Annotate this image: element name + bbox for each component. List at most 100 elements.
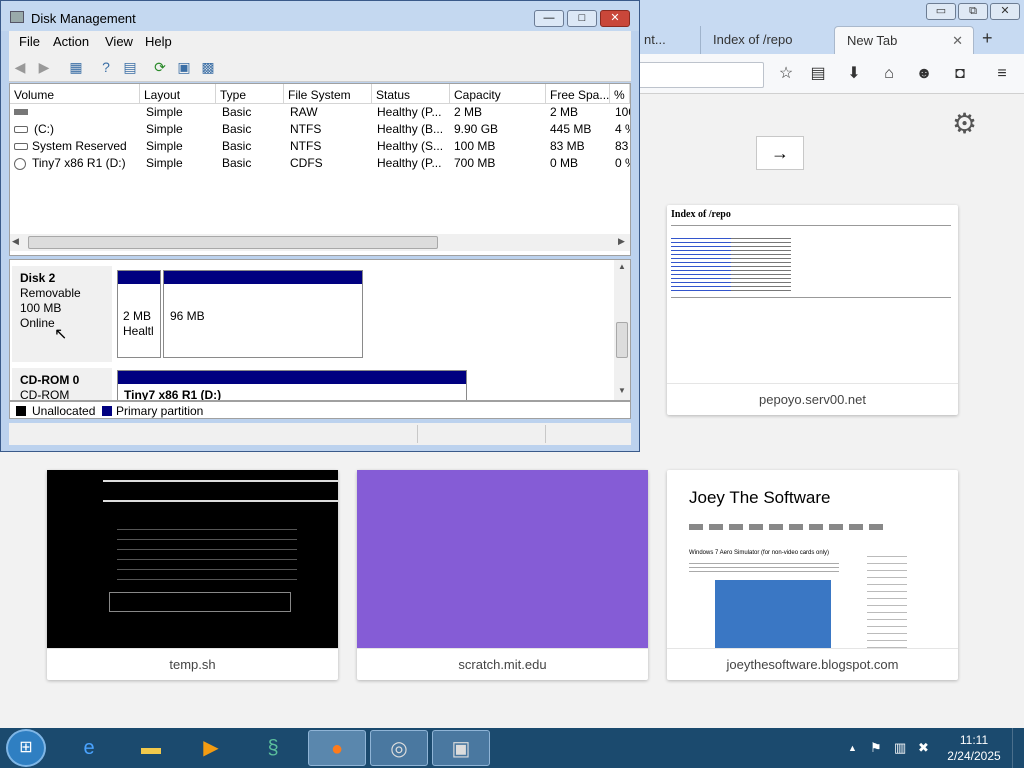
table-row[interactable]: (C:) Simple Basic NTFS Healthy (B... 9.9… <box>10 122 630 139</box>
gear-icon[interactable]: ⚙ <box>952 107 977 140</box>
tile-pepoyo[interactable]: Index of /repo pepoyo.serv00.net <box>667 205 958 415</box>
properties-icon[interactable]: ▤ <box>121 58 139 76</box>
column-header-type[interactable]: Type <box>216 84 284 104</box>
settings-icon[interactable]: ▩ <box>199 58 217 76</box>
home-icon[interactable]: ⌂ <box>877 63 901 85</box>
cell-layout: Simple <box>146 156 183 170</box>
thumb-download-box <box>109 592 291 612</box>
tab-close-icon[interactable]: ✕ <box>952 33 963 49</box>
forward-arrow-icon[interactable]: ▶ <box>35 58 53 76</box>
scroll-left-arrow-icon[interactable]: ◀ <box>12 236 19 247</box>
media-player-icon[interactable]: ▶ <box>182 730 240 766</box>
rescan-icon[interactable]: ▣ <box>175 58 193 76</box>
cell-percent-free: 83 <box>615 139 629 153</box>
close-button[interactable]: ✕ <box>600 10 630 27</box>
column-header-status[interactable]: Status <box>372 84 450 104</box>
refresh-icon[interactable]: ⟳ <box>151 58 169 76</box>
tab-new-tab[interactable]: New Tab ✕ <box>834 26 974 54</box>
volume-muted-icon[interactable]: ✖ <box>918 740 929 756</box>
column-header-volume[interactable]: Volume <box>10 84 140 104</box>
legend-swatch-unallocated <box>16 406 26 416</box>
show-hidden-icons-icon[interactable]: ▲ <box>848 743 857 753</box>
show-desktop-button[interactable] <box>1012 728 1024 768</box>
pocket-icon[interactable]: ◘ <box>948 63 972 85</box>
scroll-down-arrow-icon[interactable]: ▼ <box>618 386 626 395</box>
thumb-post-title: Windows 7 Aero Simulator (for non-video … <box>689 550 830 556</box>
file-explorer-icon[interactable]: ▬ <box>122 730 180 766</box>
tab-index-of-repo[interactable]: Index of /repo <box>700 26 830 54</box>
scroll-right-arrow-icon[interactable]: ▶ <box>618 236 625 247</box>
tile-joeythesoftware[interactable]: Joey The Software Windows 7 Aero Simulat… <box>667 470 958 680</box>
divider <box>417 425 418 443</box>
search-go-button[interactable]: → <box>756 136 804 170</box>
reading-list-icon[interactable]: ▤ <box>806 63 830 85</box>
cell-volume: (C:) <box>34 122 54 136</box>
cdrom-0-label[interactable]: CD-ROM 0 CD-ROM <box>12 368 112 400</box>
flag-icon[interactable]: ⚑ <box>870 740 882 756</box>
taskbar: ⊞ e ▬ ▶ § ● ◎ ▣ ▲ ⚑ ▥ ✖ 11:11 2/24/2025 <box>0 728 1024 768</box>
table-row[interactable]: Tiny7 x86 R1 (D:) Simple Basic CDFS Heal… <box>10 156 630 173</box>
tab-partial[interactable]: nt... <box>632 26 698 54</box>
firefox-icon[interactable]: ● <box>308 730 366 766</box>
column-header-layout[interactable]: Layout <box>140 84 216 104</box>
column-header-percent-free[interactable]: % F <box>610 84 630 104</box>
firefox-close-button[interactable]: ✕ <box>990 3 1020 20</box>
bookmark-star-icon[interactable]: ☆ <box>774 63 798 85</box>
title-bar[interactable]: Disk Management — □ ✕ <box>1 1 639 31</box>
thumb-title: Index of /repo <box>671 209 731 220</box>
chat-icon[interactable]: ☻ <box>912 63 936 85</box>
help-icon[interactable]: ? <box>97 58 115 76</box>
firefox-restore-button[interactable]: ⧉ <box>958 3 988 20</box>
download-icon[interactable]: ⬇ <box>842 63 866 85</box>
vertical-scrollbar[interactable]: ▲ ▼ <box>614 260 630 400</box>
thumb-screenshot <box>715 580 831 648</box>
network-icon[interactable]: ▥ <box>894 740 906 756</box>
minimize-button[interactable]: — <box>534 10 564 27</box>
tile-temp-sh[interactable]: temp.sh <box>47 470 338 680</box>
partition-disk2-2[interactable]: 96 MB <box>163 270 363 358</box>
tile-thumbnail: Index of /repo <box>667 205 958 383</box>
scrollbar-thumb[interactable] <box>616 322 628 358</box>
disk-size: 100 MB <box>20 301 62 315</box>
tile-scratch[interactable]: scratch.mit.edu <box>357 470 648 680</box>
disk-2-label[interactable]: Disk 2 Removable 100 MB Online <box>12 266 112 362</box>
cell-file-system: NTFS <box>290 122 322 136</box>
cell-file-system: NTFS <box>290 139 322 153</box>
disc-burner-icon[interactable]: ◎ <box>370 730 428 766</box>
column-header-capacity[interactable]: Capacity <box>450 84 546 104</box>
menu-action[interactable]: Action <box>53 34 89 49</box>
cell-percent-free: 4 % <box>615 122 630 136</box>
thumb-links <box>671 235 731 293</box>
scrollbar-thumb[interactable] <box>28 236 438 249</box>
snake-app-icon[interactable]: § <box>244 730 302 766</box>
internet-explorer-icon[interactable]: e <box>60 730 118 766</box>
firefox-minimize-button[interactable]: ▭ <box>926 3 956 20</box>
new-tab-button[interactable]: + <box>982 28 993 49</box>
column-header-free-space[interactable]: Free Spa... <box>546 84 610 104</box>
search-bar[interactable] <box>636 62 764 88</box>
column-header-file-system[interactable]: File System <box>284 84 372 104</box>
thumb-text <box>117 520 297 580</box>
menu-view[interactable]: View <box>105 34 133 49</box>
menu-file[interactable]: File <box>19 34 40 49</box>
disk-name: CD-ROM 0 <box>20 373 80 387</box>
clock[interactable]: 11:11 2/24/2025 <box>944 732 1004 764</box>
partition-disk2-1[interactable]: 2 MB Healtl <box>117 270 161 358</box>
disk-kind: Removable <box>20 286 81 300</box>
partition-cdrom[interactable]: Tiny7 x86 R1 (D:) <box>117 370 467 400</box>
window-title: Disk Management <box>31 11 136 26</box>
menu-help[interactable]: Help <box>145 34 172 49</box>
maximize-button[interactable]: □ <box>567 10 597 27</box>
disk-management-icon[interactable]: ▣ <box>432 730 490 766</box>
disk-graphical-view: Disk 2 Removable 100 MB Online 2 MB Heal… <box>9 259 631 401</box>
menu-icon[interactable]: ≡ <box>990 63 1014 85</box>
show-hide-pane-icon[interactable]: ▦ <box>67 58 85 76</box>
cell-status: Healthy (P... <box>377 156 442 170</box>
table-row[interactable]: System Reserved Simple Basic NTFS Health… <box>10 139 630 156</box>
disk-name: Disk 2 <box>20 271 56 285</box>
back-arrow-icon[interactable]: ◀ <box>11 58 29 76</box>
scroll-up-arrow-icon[interactable]: ▲ <box>618 262 626 271</box>
table-row[interactable]: Simple Basic RAW Healthy (P... 2 MB 2 MB… <box>10 105 630 122</box>
start-button[interactable]: ⊞ <box>6 729 46 767</box>
horizontal-scrollbar[interactable]: ◀ ▶ <box>10 234 630 251</box>
